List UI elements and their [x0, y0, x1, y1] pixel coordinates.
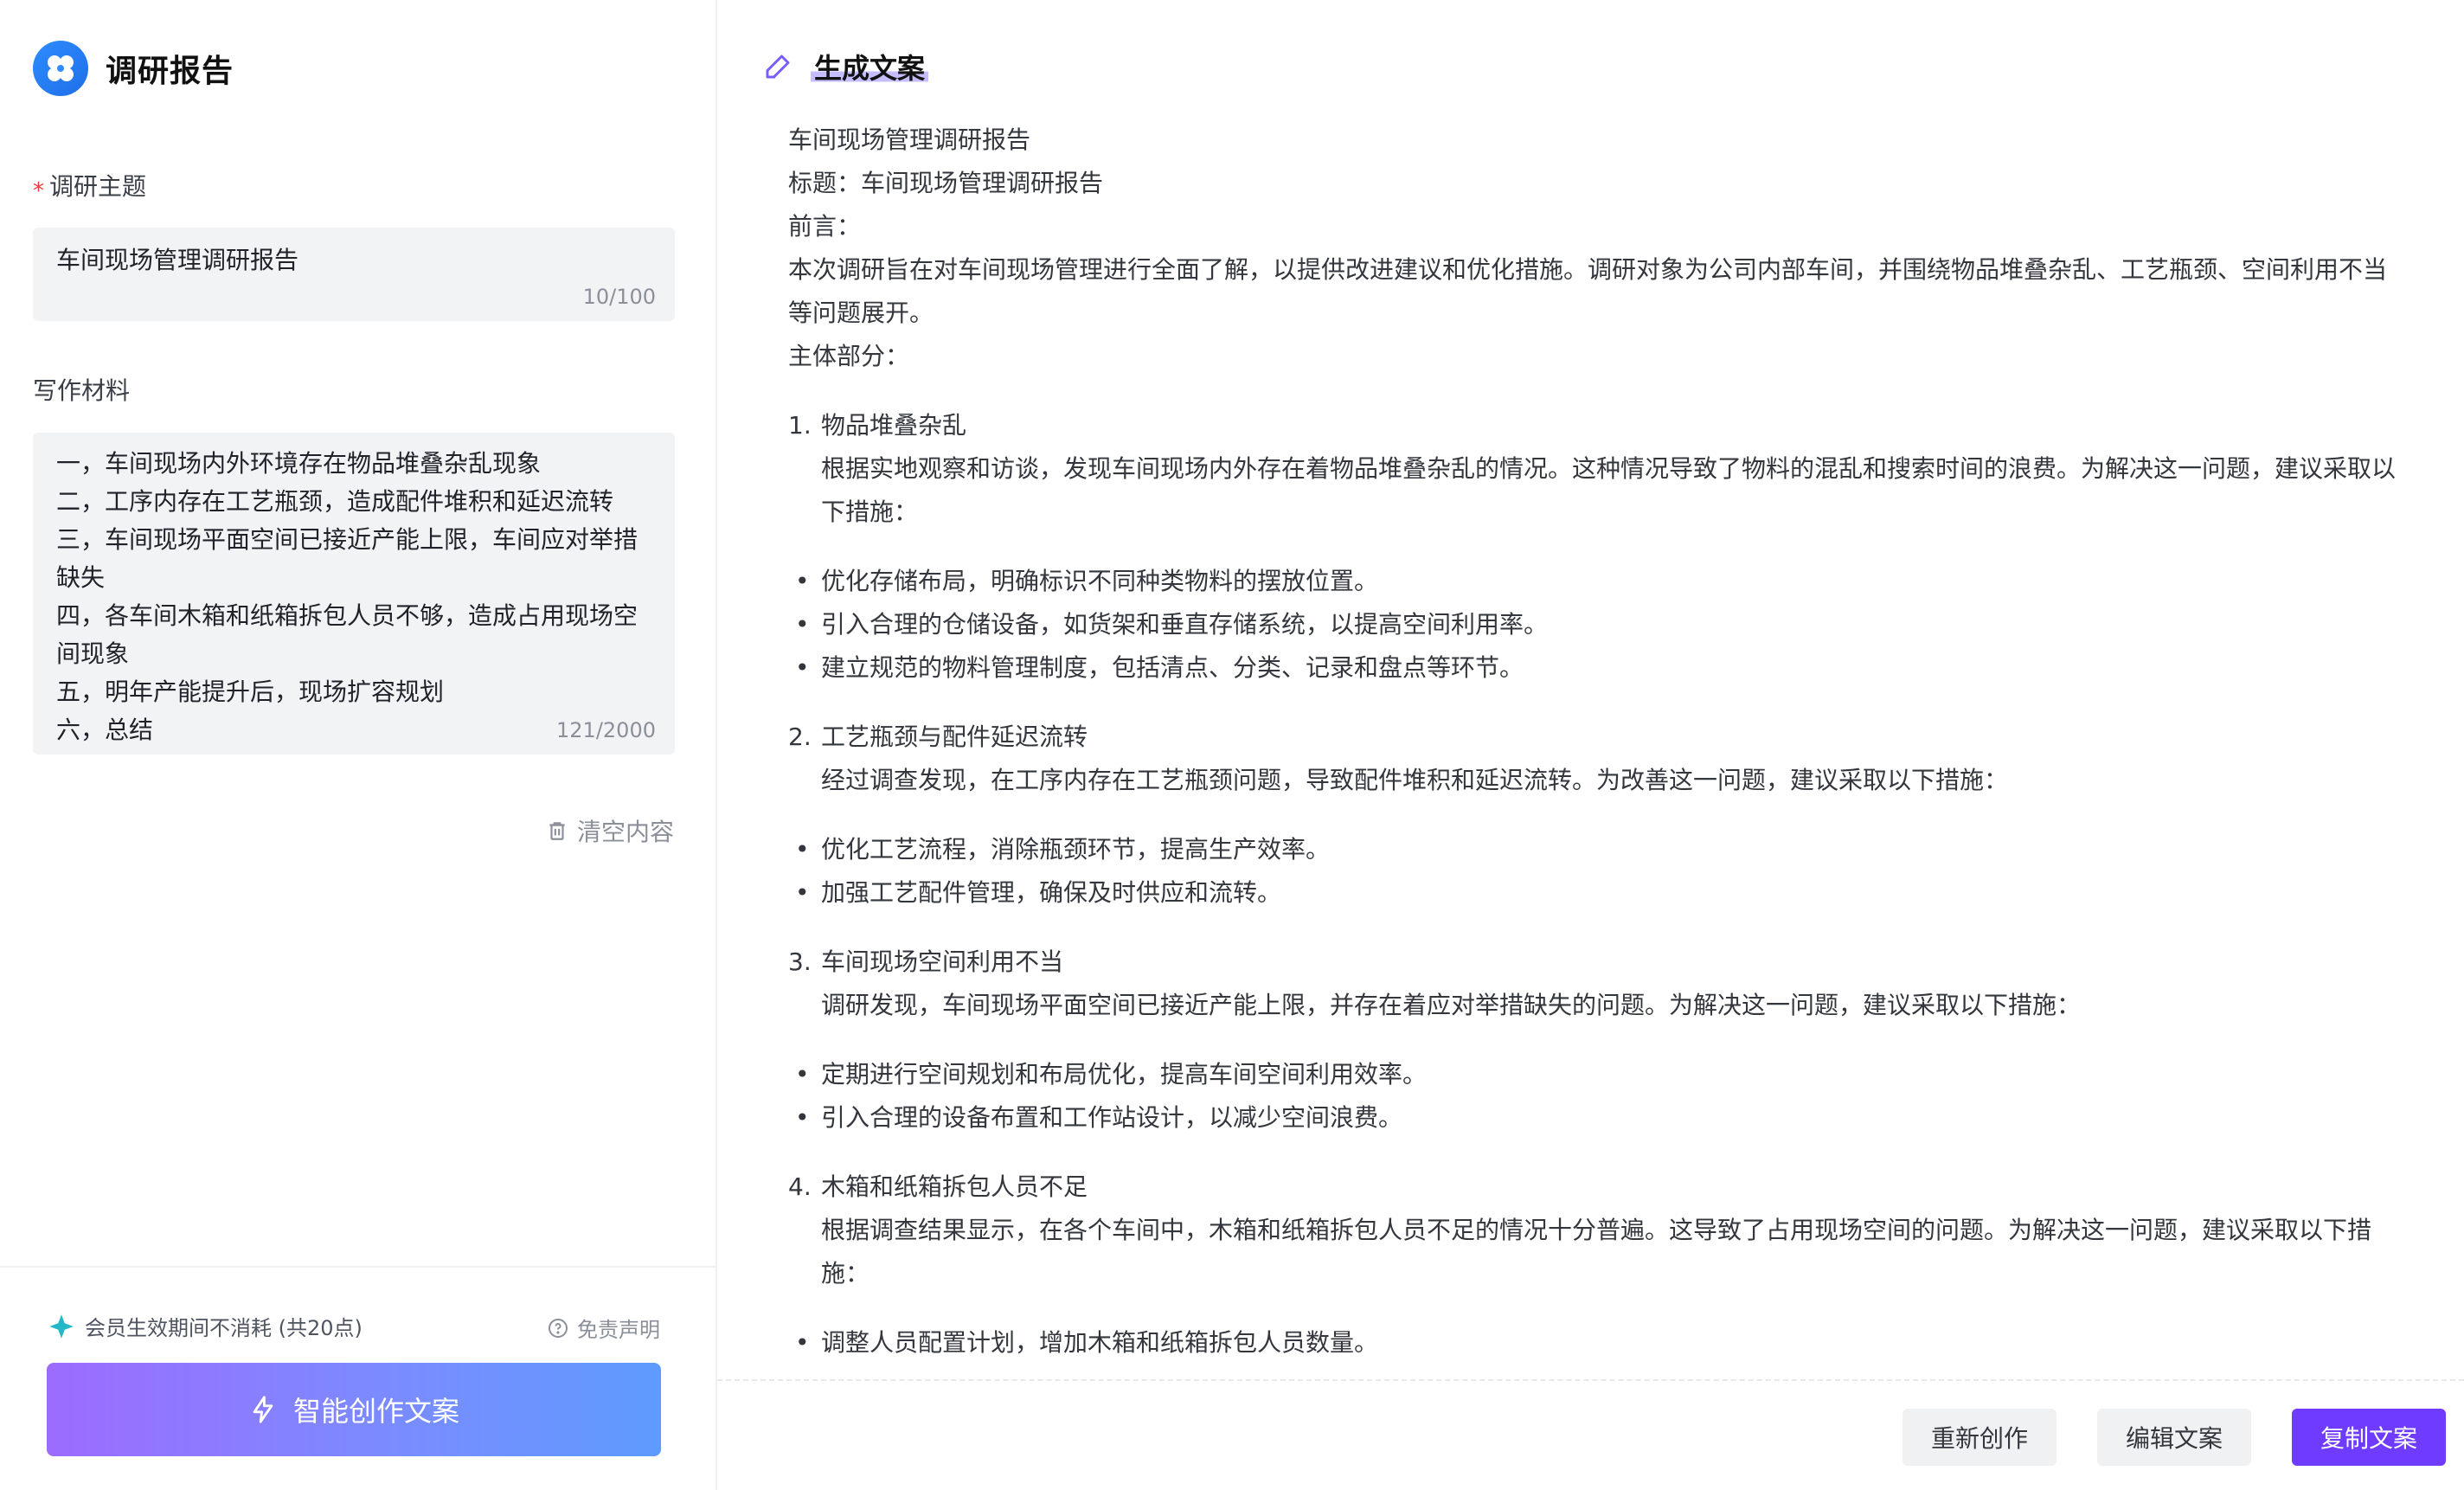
member-note: 会员生效期间不消耗 (共20点) [48, 1311, 363, 1341]
list-item: • 引入合理的仓储设备，如货架和垂直存储系统，以提高空间利用率。 [795, 610, 1549, 639]
list-item: • 调整人员配置计划，增加木箱和纸箱拆包人员数量。 [795, 1328, 1379, 1357]
section-title-row: 4. 木箱和纸箱拆包人员不足 [788, 1166, 2397, 1209]
bullet-list: • 优化工艺流程，消除瓶颈环节，提高生产效率。 • 加强工艺配件管理，确保及时供应和… [788, 828, 2397, 915]
trash-icon [549, 822, 565, 840]
clear-content-button[interactable]: 清空内容 [546, 813, 674, 848]
section-title-row: 1. 物品堆叠杂乱 [788, 404, 2397, 447]
section-title: 木箱和纸箱拆包人员不足 [821, 1172, 1088, 1201]
result-heading: 生成文案 [811, 47, 929, 87]
bullet-list: • 调整人员配置计划，增加木箱和纸箱拆包人员数量。 [788, 1321, 2397, 1365]
required-mark: * [33, 178, 44, 204]
copy-text-button[interactable]: 复制文案 [2292, 1409, 2446, 1466]
section-title: 工艺瓶颈与配件延迟流转 [821, 723, 1088, 751]
disclaimer-link[interactable]: 免责声明 [548, 1313, 660, 1343]
pencil-icon [766, 55, 790, 79]
section-number: 1. [788, 411, 812, 440]
app-root: 调研报告 * 调研主题 车间现场管理调研报告 10/100 写作材料 一，车间现场… [0, 0, 2464, 1490]
brand: 调研报告 [33, 41, 234, 96]
result-panel: 生成文案 车间现场管理调研报告 标题：车间现场管理调研报告 前言： 本次调研旨在… [717, 0, 2464, 1490]
section-body: 根据实地观察和访谈，发现车间现场内外存在着物品堆叠杂乱的情况。这种情况导致了物料… [821, 454, 2397, 526]
topic-input-value: 车间现场管理调研报告 [56, 246, 299, 274]
disclaimer-text: 免责声明 [577, 1318, 660, 1342]
edit-copy-button[interactable]: 编辑文案 [2097, 1409, 2251, 1466]
regenerate-button[interactable]: 重新创作 [1903, 1409, 2057, 1466]
topic-input[interactable]: 车间现场管理调研报告 10/100 [33, 228, 675, 321]
generated-content: 车间现场管理调研报告 标题：车间现场管理调研报告 前言： 本次调研旨在对车间现场… [788, 119, 2397, 1373]
result-header: 生成文案 [762, 47, 929, 87]
intro-line: 本次调研旨在对车间现场管理进行全面了解，以提供改进建议和优化措施。调研对象为公司… [788, 255, 2388, 327]
sparkle-icon [49, 1313, 74, 1339]
bullet-list: • 优化存储布局，明确标识不同种类物料的摆放位置。 • 引入合理的仓储设备，如货架和… [788, 560, 2397, 690]
left-footer: 会员生效期间不消耗 (共20点) 免责声明 智能创作文案 [0, 1266, 715, 1490]
intro-line: 车间现场管理调研报告 [788, 125, 1031, 154]
material-label: 写作材料 [33, 376, 131, 405]
list-item: • 引入合理的设备布置和工作站设计，以减少空间浪费。 [795, 1103, 1403, 1132]
intro-line: 标题：车间现场管理调研报告 [788, 169, 1104, 197]
material-textarea[interactable]: 一，车间现场内外环境存在物品堆叠杂乱现象 二，工序内存在工艺瓶颈，造成配件堆积和… [33, 433, 675, 755]
app-logo-icon [33, 41, 88, 96]
section-number: 4. [788, 1172, 812, 1201]
section-body: 根据调查结果显示，在各个车间中，木箱和纸箱拆包人员不足的情况十分普遍。这导致了占… [821, 1216, 2372, 1288]
list-item: • 优化工艺流程，消除瓶颈环节，提高生产效率。 [795, 835, 1331, 864]
material-line: 一，车间现场内外环境存在物品堆叠杂乱现象 [56, 449, 542, 478]
material-line: 三，车间现场平面空间已接近产能上限，车间应对举措缺失 [56, 525, 638, 592]
lightning-icon [253, 1396, 273, 1423]
content-divider [717, 1379, 2464, 1381]
list-item: • 建立规范的物料管理制度，包括清点、分类、记录和盘点等环节。 [795, 653, 1524, 682]
material-char-counter: 121/2000 [556, 718, 656, 742]
intro-line: 前言： [788, 212, 862, 241]
section-title-row: 2. 工艺瓶颈与配件延迟流转 [788, 716, 2397, 759]
smart-create-button[interactable]: 智能创作文案 [47, 1363, 661, 1456]
section-body: 经过调查发现，在工序内存在工艺瓶颈问题，导致配件堆积和延迟流转。为改善这一问题，… [821, 766, 2009, 794]
topic-label-text: 调研主题 [49, 172, 147, 201]
list-item: • 优化存储布局，明确标识不同种类物料的摆放位置。 [795, 567, 1379, 595]
app-title: 调研报告 [106, 54, 234, 89]
section-title: 物品堆叠杂乱 [821, 411, 967, 440]
section-number: 2. [788, 723, 812, 751]
material-line: 五，明年产能提升后，现场扩容规划 [56, 678, 445, 706]
intro-line: 主体部分： [788, 342, 910, 370]
section-title: 车间现场空间利用不当 [821, 947, 1064, 976]
bullet-list: • 定期进行空间规划和布局优化，提高车间空间利用效率。 • 引入合理的设备布置和工作… [788, 1053, 2397, 1140]
member-note-text: 会员生效期间不消耗 (共20点) [85, 1316, 363, 1340]
smart-create-label: 智能创作文案 [292, 1395, 459, 1428]
topic-label: * 调研主题 [33, 168, 147, 204]
section-number: 3. [788, 947, 812, 976]
section-title-row: 3. 车间现场空间利用不当 [788, 941, 2397, 984]
input-panel: 调研报告 * 调研主题 车间现场管理调研报告 10/100 写作材料 一，车间现场… [0, 0, 717, 1490]
question-circle-icon [549, 1318, 568, 1338]
material-text: 一，车间现场内外环境存在物品堆叠杂乱现象 二，工序内存在工艺瓶颈，造成配件堆积和… [56, 445, 653, 749]
material-line: 四，各车间木箱和纸箱拆包人员不够，造成占用现场空间现象 [56, 601, 638, 668]
clear-content-label: 清空内容 [576, 818, 674, 846]
list-item: • 定期进行空间规划和布局优化，提高车间空间利用效率。 [795, 1060, 1428, 1089]
list-item: • 加强工艺配件管理，确保及时供应和流转。 [795, 878, 1282, 907]
material-line: 二，工序内存在工艺瓶颈，造成配件堆积和延迟流转 [56, 487, 614, 516]
section-body: 调研发现，车间现场平面空间已接近产能上限，并存在着应对举措缺失的问题。为解决这一… [821, 991, 2082, 1019]
topic-char-counter: 10/100 [582, 285, 656, 309]
